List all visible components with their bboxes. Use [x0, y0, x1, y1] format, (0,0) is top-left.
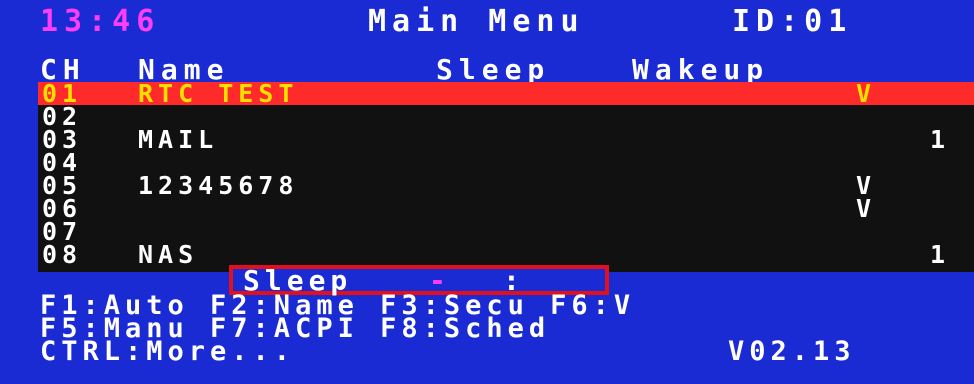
device-id: ID:01	[732, 4, 853, 39]
channel-row-08[interactable]: 08 NAS 1	[38, 240, 974, 269]
clock-time: 13:46	[40, 4, 161, 39]
channel-row-05[interactable]: 05 12345678 V	[38, 171, 974, 200]
channel-row-06[interactable]: 06 V	[38, 194, 974, 223]
channel-name: 12345678	[138, 171, 299, 200]
column-header-wakeup: Wakeup	[632, 53, 770, 86]
menu-title: Main Menu	[368, 4, 585, 39]
sleep-value: 1	[930, 240, 951, 269]
sleep-value: 1	[930, 125, 951, 154]
channel-name: RTC TEST	[138, 79, 299, 108]
channel-row-01[interactable]: 01 RTC TEST V	[38, 79, 974, 108]
channel-name: MAIL	[138, 125, 219, 154]
osd-screen: 13:46 Main Menu ID:01 CH Name Sleep Wake…	[0, 0, 974, 365]
channel-number: 08	[42, 240, 83, 269]
firmware-version: V02.13	[728, 336, 856, 367]
channel-row-03[interactable]: 03 MAIL 1	[38, 125, 974, 154]
channel-list: 01 RTC TEST V 02 03 MAIL 1 04 05 1234567…	[38, 79, 974, 272]
column-header-sleep: Sleep	[436, 53, 551, 86]
wakeup-flag: V	[856, 79, 877, 108]
function-keys-line3: CTRL:More...	[40, 336, 296, 367]
wakeup-flag: V	[856, 194, 877, 223]
channel-name: NAS	[138, 240, 199, 269]
